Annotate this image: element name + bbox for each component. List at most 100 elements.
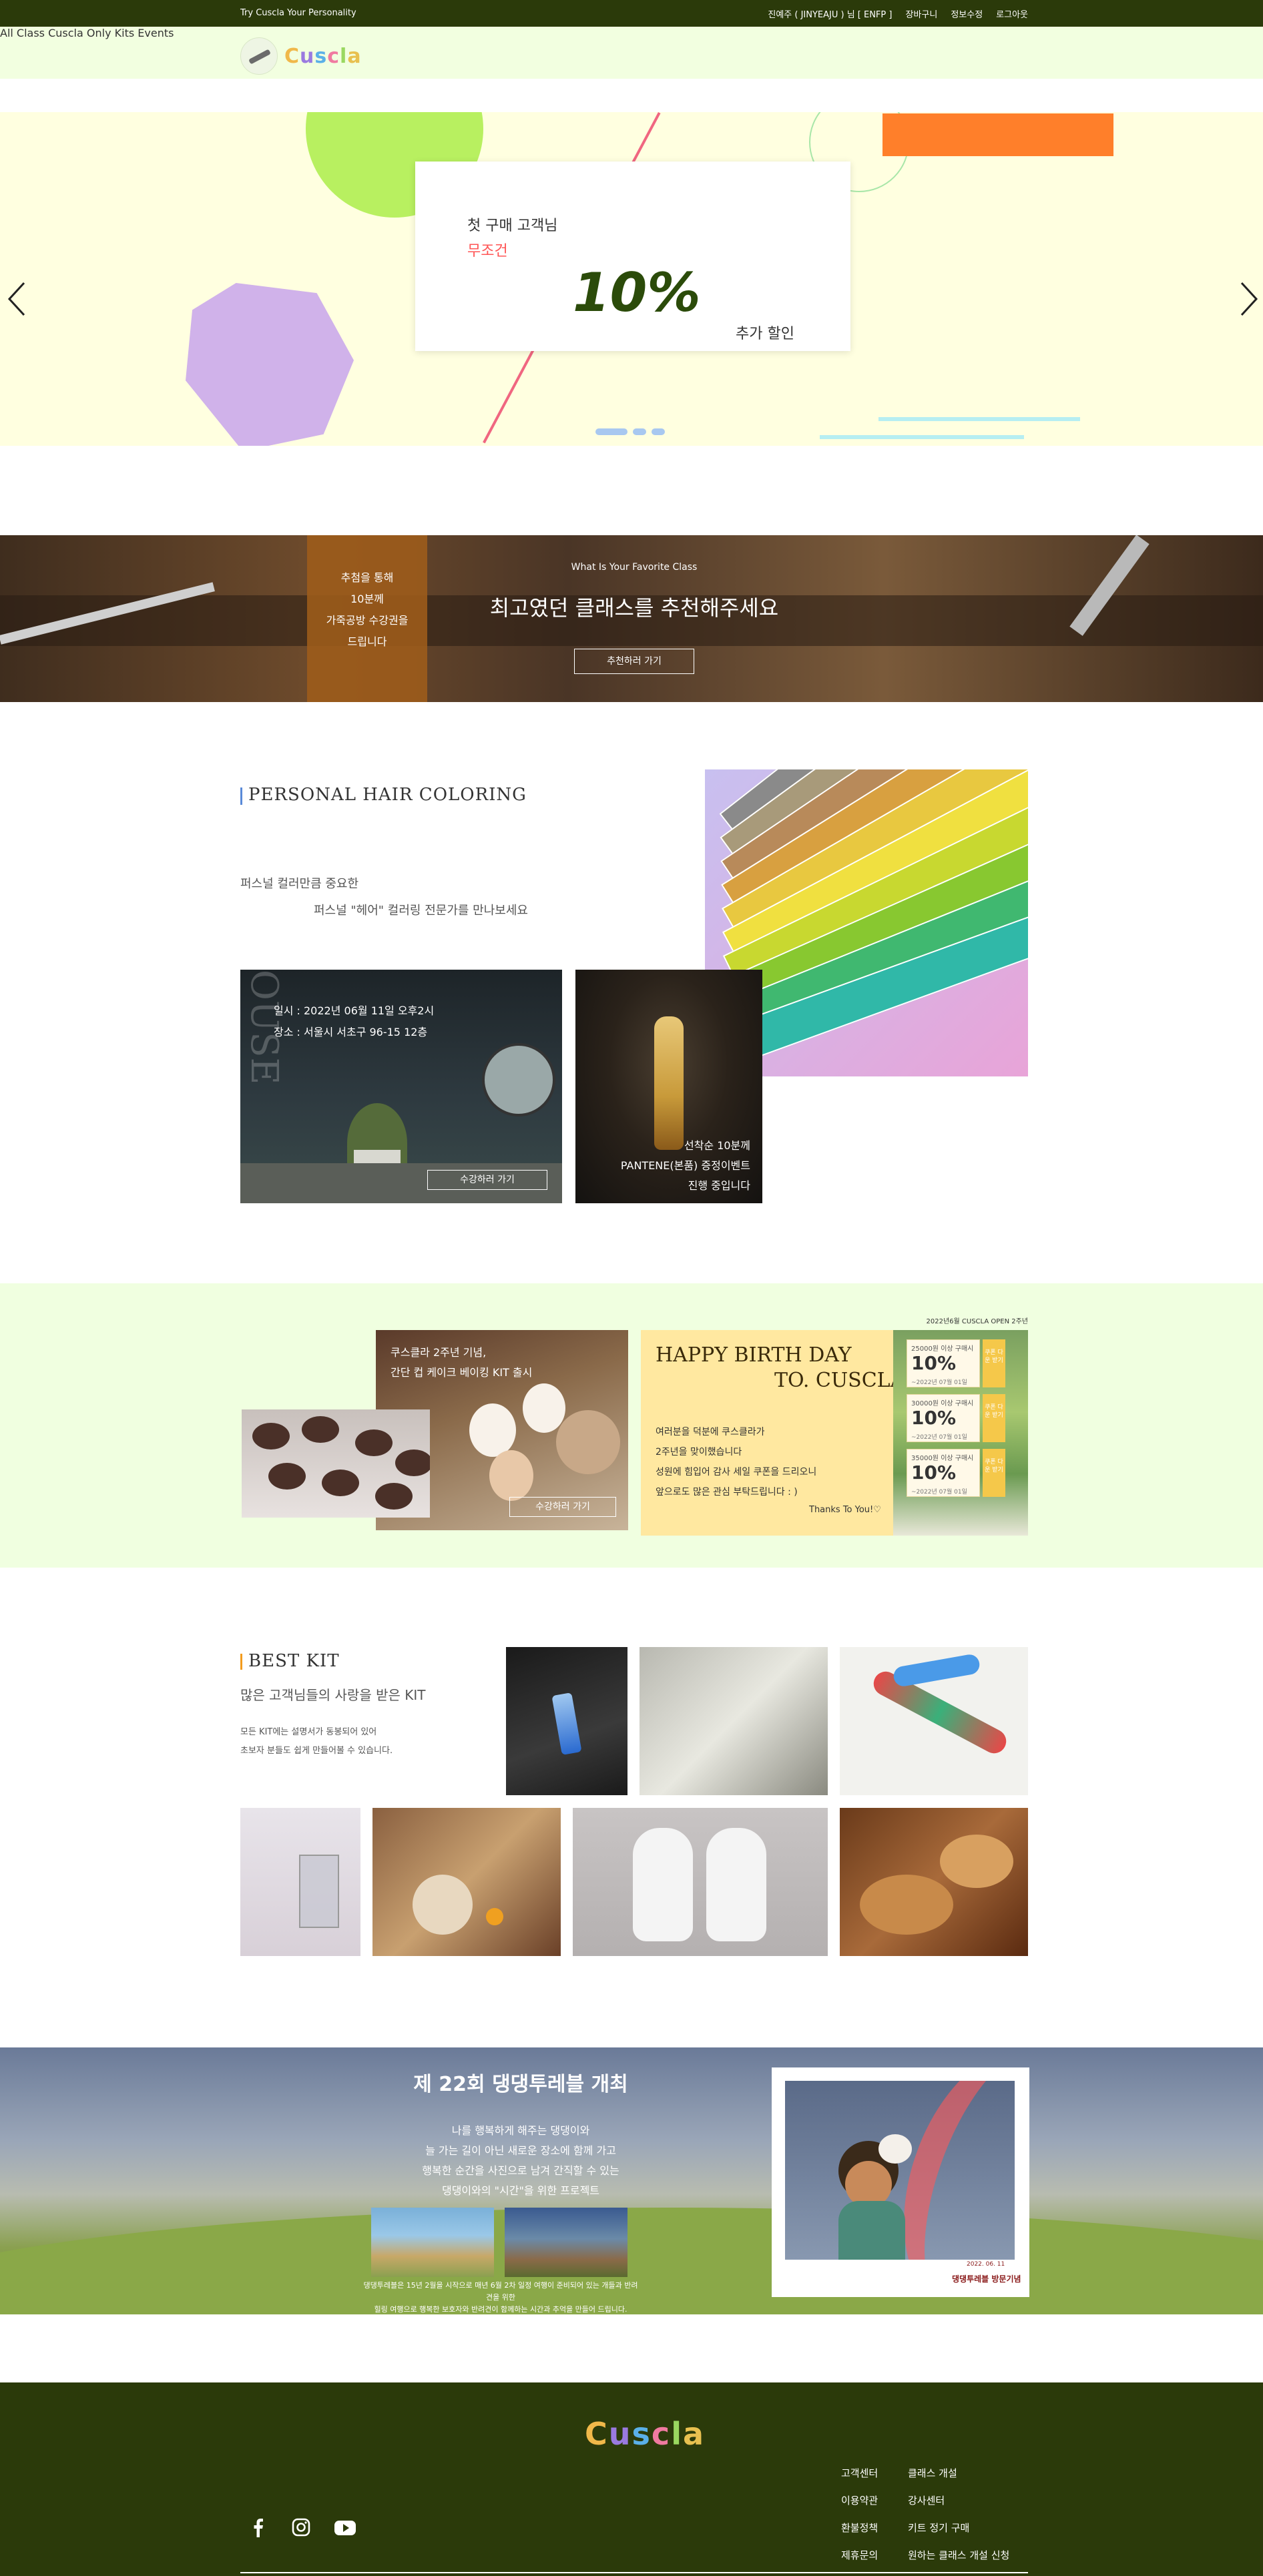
coupon[interactable]: 25000원 이상 구매시 10% ~2022년 07월 01일 [907,1339,980,1387]
chevron-left-icon[interactable] [7,280,27,326]
nav-only-kits[interactable]: Only Kits [87,27,134,39]
footer-link[interactable]: 이용약관 [841,2487,878,2515]
nav-all-class[interactable]: All Class [0,27,45,39]
logo-letter: a [682,2416,706,2452]
slide-dot[interactable] [633,428,646,435]
coupon-value: 10% [911,1407,957,1429]
event-section: 2022년6월 CUSCLA OPEN 2주년 [0,1283,1263,1568]
photo-signature: 댕댕투레블 방문기념 [952,2274,1021,2284]
title-accent-bar [240,787,242,805]
nav-events[interactable]: Events [138,27,174,39]
nav-cuscla[interactable]: Cuscla [48,27,83,39]
kit-tea-image[interactable] [640,1647,828,1795]
footer-link[interactable]: 원하는 클래스 개설 신청 [908,2542,1009,2569]
slide-dot[interactable] [652,428,665,435]
youtube-icon[interactable] [334,2517,356,2537]
coupon-download-button[interactable]: 쿠폰 다운 받기 [983,1449,1005,1497]
edit-profile-link[interactable]: 정보수정 [951,7,983,20]
nav-menu: All Class Cuscla Only Kits Events [0,27,1263,39]
pet-title: 제 22회 댕댕투레블 개최 [413,2073,628,2096]
promo-line-1: 첫 구매 고객님 [467,218,558,234]
pet-note: 댕댕투레블은 15년 2월을 시작으로 매년 6월 2차 일정 여행이 준비되어… [360,2280,641,2314]
chevron-right-icon[interactable] [1239,280,1259,326]
footer-link[interactable]: 환불정책 [841,2515,878,2542]
pantene-line: 진행 중입니다 [688,1179,750,1192]
raffle-line: 드립니다 [347,635,387,648]
decor-bar [820,435,1024,439]
footer-logo[interactable]: Cuscla [585,2416,705,2452]
decor-bar [878,417,1080,421]
coupon-panel: 25000원 이상 구매시 10% ~2022년 07월 01일 쿠폰 다운 받… [893,1330,1028,1536]
cupcake-image [375,1483,413,1510]
bday-line: 여러분을 덕분에 쿠스클라가 [656,1427,765,1437]
user-info[interactable]: 진예주 ( JINYEAJU ) 님 [ ENFP ] [768,7,892,20]
cupcake-image [252,1423,290,1450]
pet-line: 나를 행복하게 해주는 댕댕이와 [451,2124,590,2137]
hero-slider: 첫 구매 고객님 무조건 10% 추가 할인 [0,112,1263,446]
bottle-image [654,1016,684,1150]
footer-link[interactable]: 제휴문의 [841,2542,878,2569]
bday-thanks: Thanks To You!♡ [809,1505,881,1515]
logo-letter: C [284,44,300,68]
enroll-button[interactable]: 수강하러 가기 [509,1497,616,1517]
raffle-line: 10분께 [350,593,384,605]
site-logo[interactable]: Cuscla [240,37,362,75]
footer-links-2: 클래스 개설 강사센터 키트 정기 구매 원하는 클래스 개설 신청 [908,2460,1009,2569]
recommend-button[interactable]: 추천하러 가기 [574,649,694,674]
pet-line: 댕댕이와의 "시간"을 위한 프로젝트 [441,2184,600,2197]
pet-line: 늘 가는 길이 아닌 새로운 장소에 함께 가고 [425,2144,616,2157]
egg-image [523,1383,565,1433]
promo-line-3: 추가 할인 [736,326,794,342]
logo-letter: a [347,44,362,68]
kit-crystal-image[interactable] [506,1647,627,1795]
kit-desc-line: 초보자 분들도 쉽게 만들어볼 수 있습니다. [240,1746,393,1756]
coupon-period: ~2022년 07월 01일 [911,1489,967,1496]
photo-date: 2022. 06. 11 [967,2261,1005,2268]
coupon-condition: 30000원 이상 구매시 [911,1400,974,1407]
kit-hands-image[interactable] [573,1808,828,1956]
coupon-period: ~2022년 07월 01일 [911,1379,967,1386]
birthday-coupon-card: HAPPY BIRTH DAY TO. CUSCLA 여러분을 덕분에 쿠스클라… [641,1330,1028,1536]
coupon-period: ~2022년 07월 01일 [911,1434,967,1441]
footer-links-1: 고객센터 이용약관 환불정책 제휴문의 [841,2460,878,2569]
decor-rect [882,113,1113,156]
kit-perfume-image[interactable] [240,1808,360,1956]
logo-letter: u [608,2416,632,2452]
cupcake-image [268,1463,306,1490]
footer-link[interactable]: 클래스 개설 [908,2460,1009,2487]
top-bar-links: 진예주 ( JINYEAJU ) 님 [ ENFP ] 장바구니 정보수정 로그… [768,7,1028,20]
instagram-icon[interactable] [291,2517,311,2537]
footer-link[interactable]: 강사센터 [908,2487,1009,2515]
kit-noodle-image[interactable] [372,1808,561,1956]
promo-card[interactable]: 첫 구매 고객님 무조건 10% 추가 할인 [415,162,850,351]
raffle-text: 추첨을 통해 10분께 가죽공방 수강권을 드립니다 [307,567,427,653]
footer-link[interactable]: 고객센터 [841,2460,878,2487]
logo-letter: C [585,2416,609,2452]
coupon-download-button[interactable]: 쿠폰 다운 받기 [983,1394,1005,1442]
pantene-line: PANTENE(본품) 증정이벤트 [620,1159,750,1172]
cupcake-photo [242,1409,430,1518]
kit-subtitle: 많은 고객님들의 사랑을 받은 KIT [240,1687,426,1703]
logout-link[interactable]: 로그아웃 [996,7,1028,20]
promo-discount: 10% [573,262,701,324]
coupon-download-button[interactable]: 쿠폰 다운 받기 [983,1339,1005,1387]
enroll-button[interactable]: 수강하러 가기 [427,1170,547,1190]
coupon-value: 10% [911,1352,957,1374]
event-tiny-label: 2022년6월 CUSCLA OPEN 2주년 [926,1318,1028,1325]
kit-bread-image[interactable] [840,1808,1028,1956]
pantene-photo: 선착순 10분께 PANTENE(본품) 증정이벤트 진행 중입니다 [575,970,762,1203]
footer-link[interactable]: 키트 정기 구매 [908,2515,1009,2542]
logo-text: Cuscla [284,45,362,68]
kit-candy-image[interactable] [840,1647,1028,1795]
coupon[interactable]: 30000원 이상 구매시 10% ~2022년 07월 01일 [907,1394,980,1442]
hair-desc-1: 퍼스널 컬러만큼 중요한 [240,877,359,891]
polaroid-frame: 2022. 06. 11 댕댕투레블 방문기념 [772,2067,1029,2297]
illustration-image [785,2081,1015,2260]
slide-indicators [595,428,665,435]
slide-dot[interactable] [595,428,627,435]
logo-letter: l [671,2416,683,2452]
cart-link[interactable]: 장바구니 [905,7,937,20]
coupon[interactable]: 35000원 이상 구매시 10% ~2022년 07월 01일 [907,1449,980,1497]
mirror-image [482,1043,555,1116]
facebook-icon[interactable] [248,2517,268,2537]
